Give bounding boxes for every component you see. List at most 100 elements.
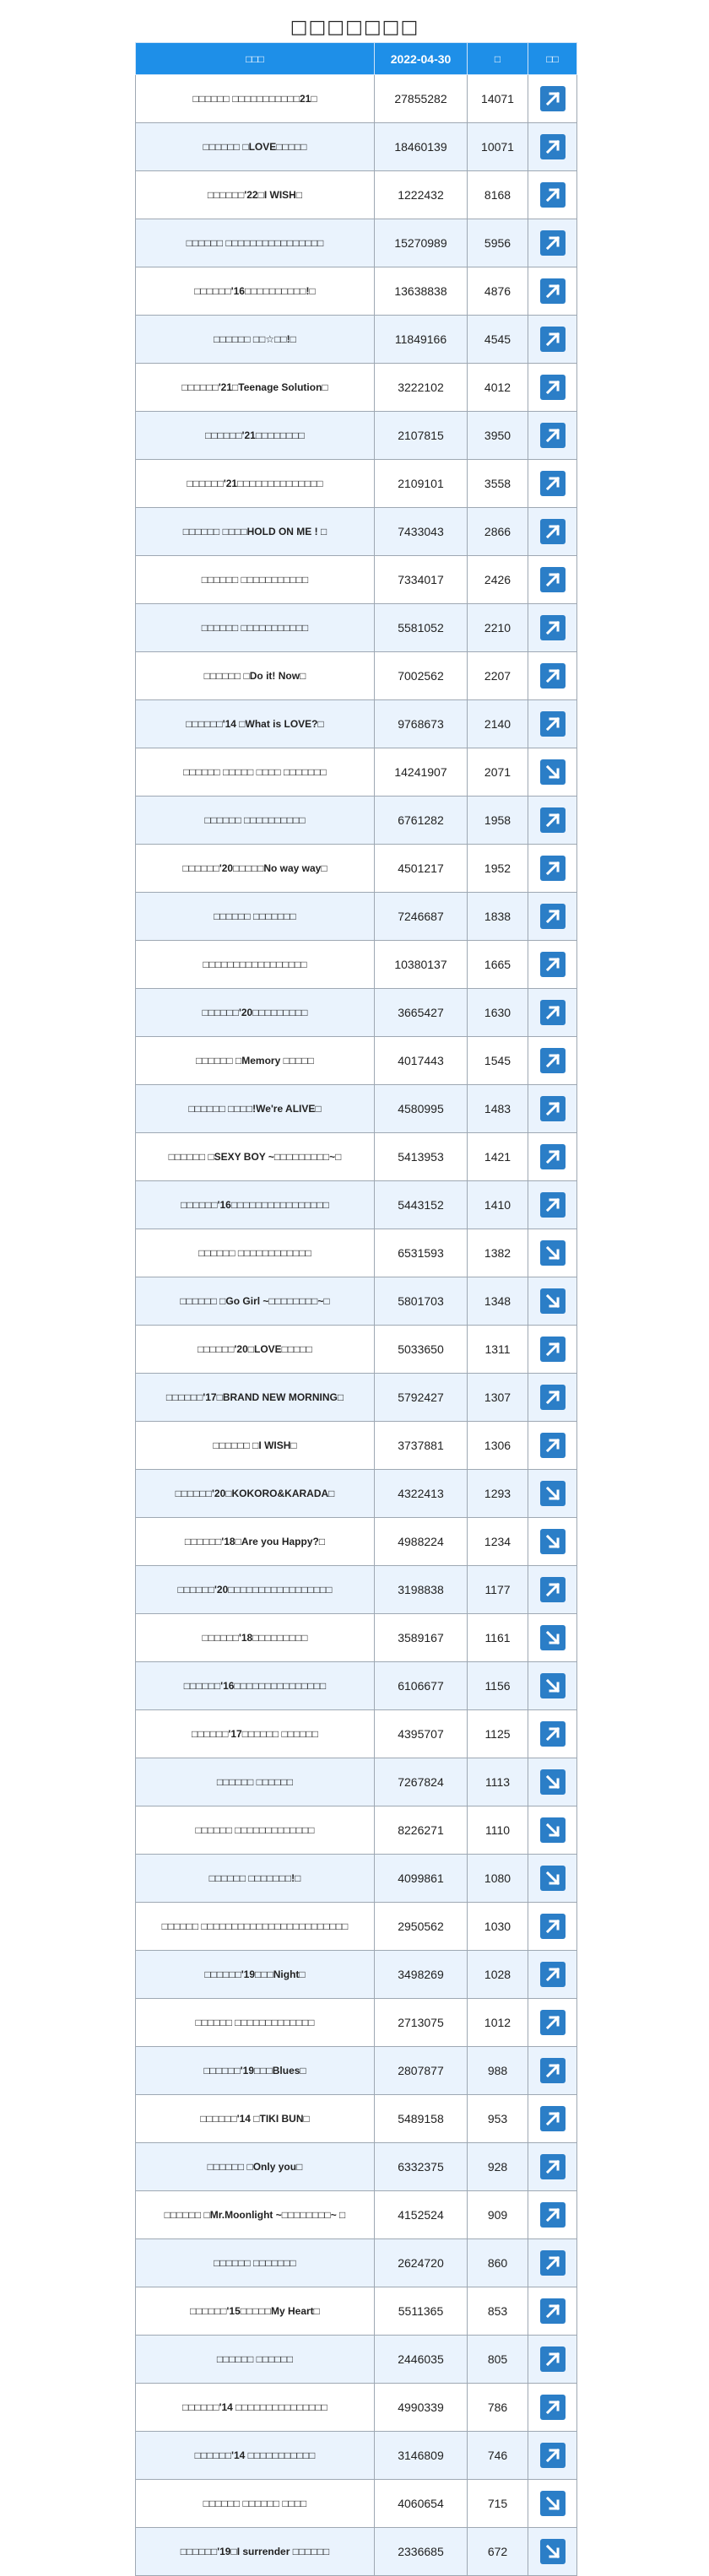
trend-up-arrow-icon[interactable] — [539, 952, 566, 977]
change-cell: 1311 — [467, 1325, 528, 1374]
trend-up-arrow-icon[interactable] — [539, 1000, 566, 1025]
trend-up-arrow-icon[interactable] — [539, 1914, 566, 1939]
trend-up-arrow-icon[interactable] — [539, 1192, 566, 1218]
views-cell: 2807877 — [374, 2046, 468, 2095]
table-row: □□□□□□ □□□□□□□□□□□ 7334017 2426 — [135, 555, 577, 604]
views-cell: 27855282 — [374, 74, 468, 123]
change-cell: 786 — [467, 2383, 528, 2432]
trend-up-arrow-icon[interactable] — [539, 230, 566, 256]
trend-up-arrow-icon[interactable] — [539, 567, 566, 592]
views-cell: 4990339 — [374, 2383, 468, 2432]
trend-up-arrow-icon[interactable] — [539, 1385, 566, 1410]
trend-up-arrow-icon[interactable] — [539, 711, 566, 737]
trend-down-arrow-icon[interactable] — [539, 2539, 566, 2564]
trend-up-arrow-icon[interactable] — [539, 2202, 566, 2228]
table-row: □□□□□□ □□□□□□□□□□ 6761282 1958 — [135, 796, 577, 845]
trend-down-arrow-icon[interactable] — [539, 1481, 566, 1506]
table-row: □□□□□□ □□□□HOLD ON ME ! □ 7433043 2866 — [135, 507, 577, 556]
trend-up-arrow-icon[interactable] — [539, 615, 566, 640]
trend-down-arrow-icon[interactable] — [539, 1625, 566, 1650]
trend-cell — [528, 1325, 577, 1374]
trend-up-arrow-icon[interactable] — [539, 182, 566, 208]
trend-up-arrow-icon[interactable] — [539, 1721, 566, 1747]
trend-cell — [528, 267, 577, 316]
views-cell: 5801703 — [374, 1277, 468, 1326]
table-row: □□□□□□'20□□□□□No way way□ 4501217 1952 — [135, 844, 577, 893]
trend-up-arrow-icon[interactable] — [539, 2154, 566, 2179]
table-row: □□□□□□ □I WISH□ 3737881 1306 — [135, 1421, 577, 1470]
trend-up-arrow-icon[interactable] — [539, 471, 566, 496]
change-cell: 860 — [467, 2238, 528, 2287]
trend-cell — [528, 2046, 577, 2095]
change-cell: 988 — [467, 2046, 528, 2095]
table-row: □□□□□□'21□Teenage Solution□ 3222102 4012 — [135, 363, 577, 412]
views-cell: 11849166 — [374, 315, 468, 364]
views-cell: 2950562 — [374, 1902, 468, 1951]
trend-up-arrow-icon[interactable] — [539, 423, 566, 448]
views-cell: 4099861 — [374, 1854, 468, 1903]
views-cell: 6531593 — [374, 1229, 468, 1277]
trend-up-arrow-icon[interactable] — [539, 1096, 566, 1121]
trend-up-arrow-icon[interactable] — [539, 2106, 566, 2131]
table-row: □□□□□□ □□□□□□□ 2624720 860 — [135, 2238, 577, 2287]
trend-up-arrow-icon[interactable] — [539, 2395, 566, 2420]
table-row: □□□□□□ □□□□□ □□□□ □□□□□□□ 14241907 2071 — [135, 748, 577, 797]
song-name-cell: □□□□□□'19□□□Night□ — [135, 1950, 375, 1999]
trend-up-arrow-icon[interactable] — [539, 904, 566, 929]
change-cell: 1421 — [467, 1132, 528, 1181]
trend-up-arrow-icon[interactable] — [539, 1433, 566, 1458]
trend-up-arrow-icon[interactable] — [539, 2058, 566, 2083]
song-name-cell: □□□□□□ □Do it! Now□ — [135, 651, 375, 700]
table-row: □□□□□□ □□□□□□ 2446035 805 — [135, 2335, 577, 2384]
views-cell: 5033650 — [374, 1325, 468, 1374]
trend-down-arrow-icon[interactable] — [539, 1866, 566, 1891]
trend-up-arrow-icon[interactable] — [539, 2010, 566, 2035]
trend-up-arrow-icon[interactable] — [539, 2298, 566, 2324]
trend-cell — [528, 796, 577, 845]
trend-up-arrow-icon[interactable] — [539, 807, 566, 833]
trend-down-arrow-icon[interactable] — [539, 1529, 566, 1554]
song-name-cell: □□□□□□ □□□□□□ — [135, 2335, 375, 2384]
trend-up-arrow-icon[interactable] — [539, 278, 566, 304]
views-cell: 3737881 — [374, 1421, 468, 1470]
trend-up-arrow-icon[interactable] — [539, 134, 566, 159]
views-cell: 5413953 — [374, 1132, 468, 1181]
trend-up-arrow-icon[interactable] — [539, 1577, 566, 1602]
song-name-cell: □□□□□□ □□□□!We're ALIVE□ — [135, 1084, 375, 1133]
trend-down-arrow-icon[interactable] — [539, 1817, 566, 1843]
trend-down-arrow-icon[interactable] — [539, 1288, 566, 1314]
change-cell: 1293 — [467, 1469, 528, 1518]
trend-up-arrow-icon[interactable] — [539, 2346, 566, 2372]
song-name-cell: □□□□□□'21□□□□□□□□□□□□□□ — [135, 459, 375, 508]
trend-up-arrow-icon[interactable] — [539, 856, 566, 881]
trend-up-arrow-icon[interactable] — [539, 2443, 566, 2468]
trend-down-arrow-icon[interactable] — [539, 2491, 566, 2516]
trend-up-arrow-icon[interactable] — [539, 519, 566, 544]
trend-up-arrow-icon[interactable] — [539, 375, 566, 400]
song-name-cell: □□□□□□ □SEXY BOY ~□□□□□□□□□~□ — [135, 1132, 375, 1181]
table-row: □□□□□□'18□□□□□□□□□ 3589167 1161 — [135, 1613, 577, 1662]
trend-down-arrow-icon[interactable] — [539, 759, 566, 785]
trend-up-arrow-icon[interactable] — [539, 1337, 566, 1362]
trend-up-arrow-icon[interactable] — [539, 1048, 566, 1073]
trend-up-arrow-icon[interactable] — [539, 2250, 566, 2276]
trend-up-arrow-icon[interactable] — [539, 327, 566, 352]
trend-up-arrow-icon[interactable] — [539, 663, 566, 689]
views-cell: 3589167 — [374, 1613, 468, 1662]
trend-down-arrow-icon[interactable] — [539, 1769, 566, 1795]
trend-up-arrow-icon[interactable] — [539, 86, 566, 111]
trend-up-arrow-icon[interactable] — [539, 1144, 566, 1169]
song-name-cell: □□□□□□ □I WISH□ — [135, 1421, 375, 1470]
header-change: □ — [467, 42, 528, 75]
trend-down-arrow-icon[interactable] — [539, 1240, 566, 1266]
views-cell: 7334017 — [374, 555, 468, 604]
change-cell: 928 — [467, 2142, 528, 2191]
trend-cell — [528, 1806, 577, 1855]
trend-up-arrow-icon[interactable] — [539, 1962, 566, 1987]
table-row: □□□□□□'14 □□□□□□□□□□□□□□□ 4990339 786 — [135, 2383, 577, 2432]
trend-down-arrow-icon[interactable] — [539, 1673, 566, 1698]
change-cell: 1483 — [467, 1084, 528, 1133]
song-name-cell: □□□□□□ □Only you□ — [135, 2142, 375, 2191]
song-name-cell: □□□□□□'18□Are you Happy?□ — [135, 1517, 375, 1566]
trend-cell — [528, 2479, 577, 2528]
